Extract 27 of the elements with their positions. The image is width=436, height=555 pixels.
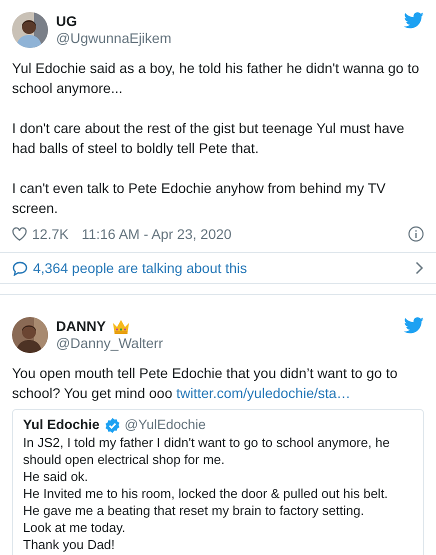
- tweet-text: You open mouth tell Pete Edochie that you didn’t want to go to school? You get mind ooo twitter.com/yuledochie/sta…: [12, 364, 399, 403]
- link[interactable]: twitter.com/yuledochie/sta…: [176, 385, 351, 401]
- quote-text: He said ok.: [23, 468, 90, 485]
- comment-icon: [12, 260, 28, 276]
- conversation-link[interactable]: 4,364 people are talking about this: [0, 252, 436, 284]
- quote-text: He gave me a beating that reset my brain to factory setting.: [23, 502, 366, 519]
- author-name: Yul Edochie: [23, 416, 100, 434]
- quote-text: He Invited me to his room, locked the door & pulled out his belt.: [23, 485, 389, 502]
- info-icon[interactable]: [408, 226, 424, 242]
- tweet-text: Yul Edochie said as a boy, he told his father he didn't wanna go to school anymore...: [12, 59, 420, 98]
- quote-text: Look at me today.: [23, 519, 126, 536]
- like-count: 12.7K: [32, 226, 69, 242]
- tweet-text: I can't even talk to Pete Edochie anyhow from behind my TV screen.: [12, 179, 387, 218]
- quote-text: Thank you Dad!: [23, 536, 116, 553]
- bird-icon[interactable]: [404, 317, 424, 334]
- author-handle: @UgwunnaEjikem: [56, 30, 172, 47]
- author-name: DANNY: [56, 318, 106, 335]
- author-name: UG: [56, 13, 77, 30]
- author-handle: @Danny_Walterr: [56, 335, 164, 352]
- chevron-right-icon: [415, 261, 424, 275]
- quoted-tweet[interactable]: [12, 409, 424, 555]
- timestamp[interactable]: 11:16 AM - Apr 23, 2020: [82, 226, 232, 242]
- author-handle: @YulEdochie: [124, 416, 206, 434]
- bird-icon[interactable]: [404, 12, 424, 29]
- tweet-text: I don't care about the rest of the gist but teenage Yul must have had balls of steel to boldly tell Pete that.: [12, 119, 406, 158]
- quote-text: In JS2, I told my father I didn't want to go to school anymore, he should open electrical shop for me.: [23, 434, 391, 468]
- heart-icon[interactable]: [12, 227, 27, 241]
